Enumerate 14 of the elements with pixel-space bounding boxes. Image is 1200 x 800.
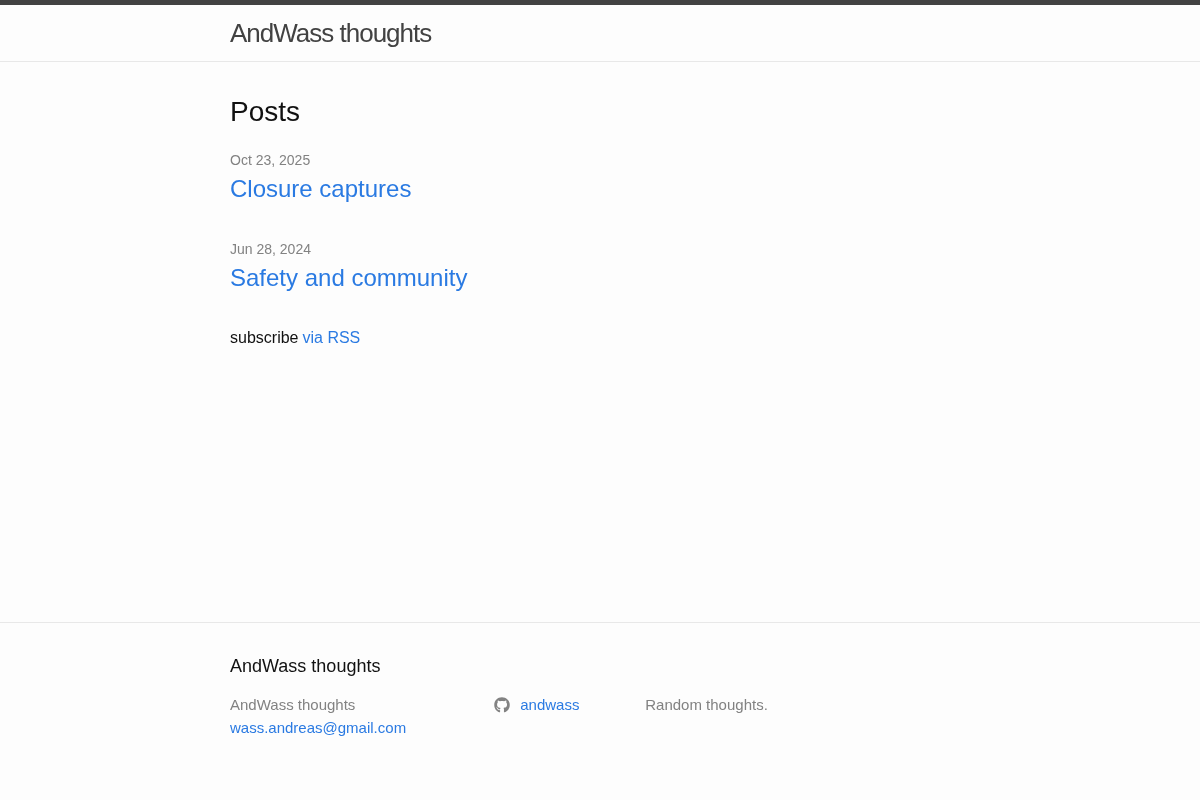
site-title[interactable]: AndWass thoughts [230,5,432,61]
footer-site-name: AndWass thoughts [230,695,356,715]
post-link[interactable]: Safety and community [230,260,468,296]
footer-heading: AndWass thoughts [230,655,381,678]
post-date: Jun 28, 2024 [230,240,311,259]
github-link[interactable]: andwass [494,693,580,716]
rss-link[interactable]: via RSS [302,326,361,350]
site-description: Random thoughts. [645,695,768,715]
email-link[interactable]: wass.andreas@gmail.com [230,716,407,739]
page-heading: Posts [230,95,301,129]
github-icon [494,696,511,713]
post-link[interactable]: Closure captures [230,171,412,207]
post-date: Oct 23, 2025 [230,151,311,170]
subscribe-text: subscribe [230,328,299,348]
